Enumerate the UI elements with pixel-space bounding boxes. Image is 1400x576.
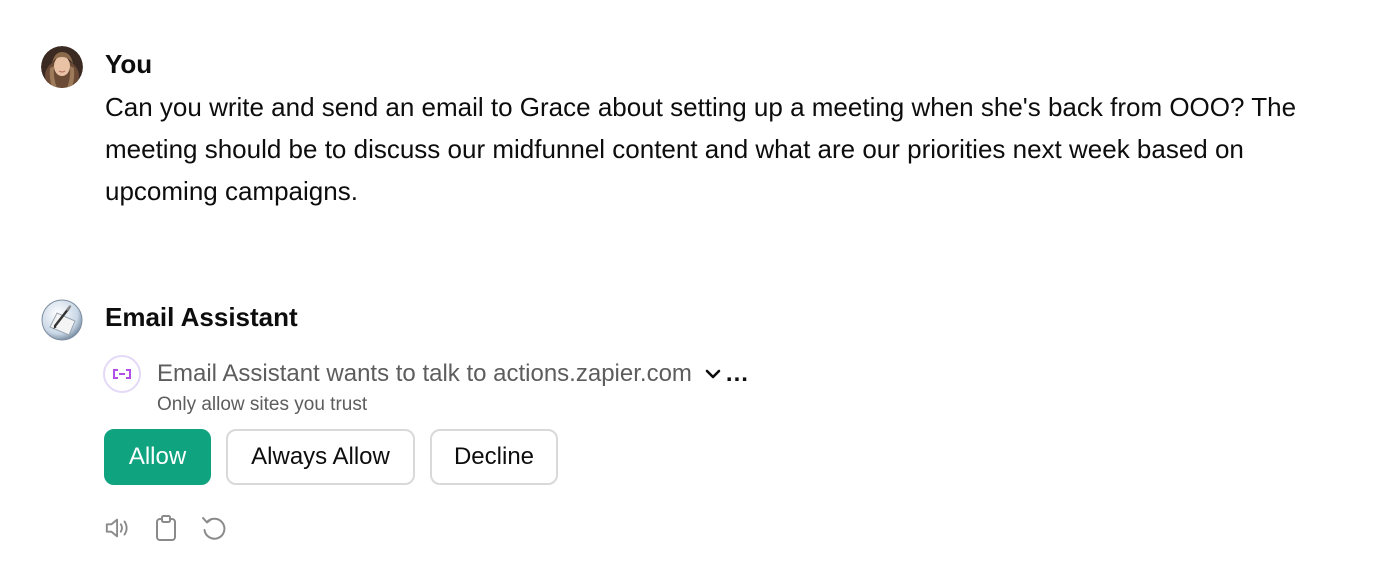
assistant-author-name: Email Assistant bbox=[105, 302, 298, 332]
link-icon bbox=[103, 355, 141, 393]
pen-and-paper-icon bbox=[41, 299, 83, 341]
allow-button[interactable]: Allow bbox=[104, 429, 211, 485]
plugin-request-text: Email Assistant wants to talk to actions… bbox=[157, 360, 692, 387]
decline-button[interactable]: Decline bbox=[430, 429, 558, 485]
permission-buttons: Allow Always Allow Decline bbox=[104, 429, 558, 485]
user-author-name: You bbox=[105, 49, 153, 79]
clipboard-icon[interactable] bbox=[152, 514, 180, 542]
always-allow-button[interactable]: Always Allow bbox=[226, 429, 415, 485]
chat-page: You Can you write and send an email to G… bbox=[0, 0, 1400, 576]
plugin-request-row: Email Assistant wants to talk to actions… bbox=[103, 354, 749, 394]
chevron-down-icon[interactable] bbox=[704, 368, 722, 380]
more-options[interactable]: ... bbox=[726, 360, 749, 388]
user-message-text: Can you write and send an email to Grace… bbox=[105, 92, 1297, 206]
regenerate-icon[interactable] bbox=[200, 514, 228, 542]
speaker-icon[interactable] bbox=[104, 514, 132, 542]
message-actions bbox=[104, 514, 228, 542]
user-avatar bbox=[41, 46, 83, 88]
plugin-request-warning: Only allow sites you trust bbox=[157, 394, 368, 415]
